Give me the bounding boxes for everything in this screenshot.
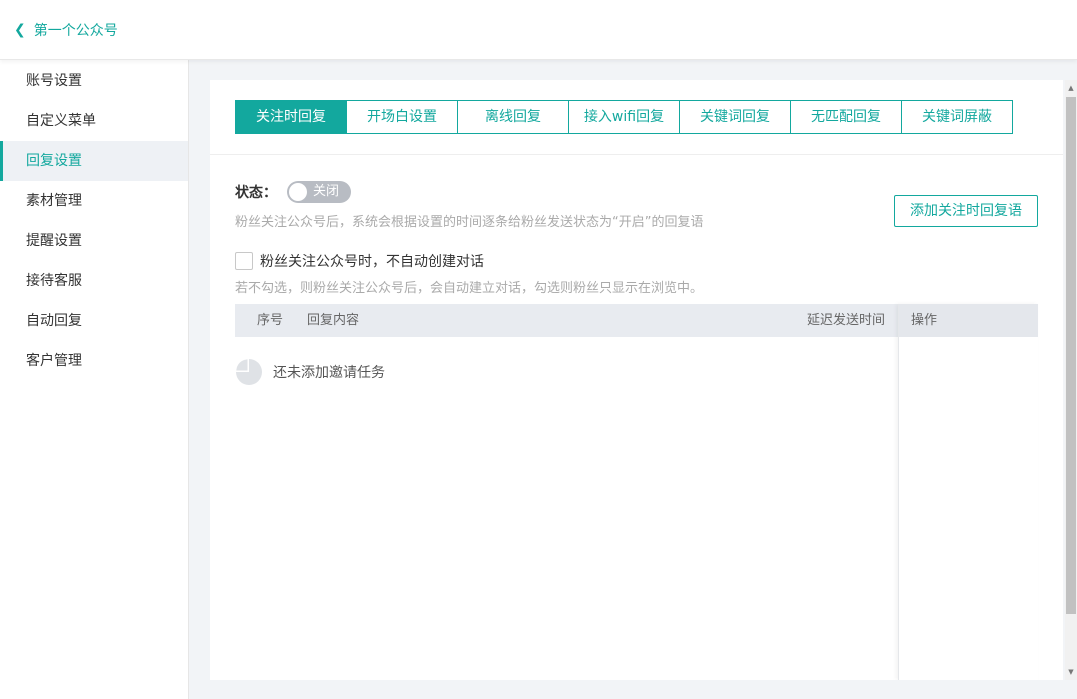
status-row: 状态： 关闭	[235, 181, 351, 203]
add-follow-reply-button[interactable]: 添加关注时回复语	[894, 195, 1038, 227]
tab-offline-reply[interactable]: 离线回复	[457, 100, 569, 134]
table-header: 序号 回复内容 延迟发送时间	[235, 304, 898, 337]
column-reply-content: 回复内容	[307, 313, 360, 328]
operation-column: 操作	[898, 304, 1038, 680]
reply-tabs: 关注时回复 开场白设置 离线回复 接入wifi回复 关键词回复 无匹配回复 关键…	[235, 100, 1013, 134]
main-panel: 关注时回复 开场白设置 离线回复 接入wifi回复 关键词回复 无匹配回复 关键…	[210, 80, 1063, 680]
back-link[interactable]: ❮ 第一个公众号	[14, 20, 118, 40]
tab-keyword-reply[interactable]: 关键词回复	[679, 100, 791, 134]
sidebar-item-customer-service[interactable]: 接待客服	[0, 261, 188, 301]
sidebar-item-reminder-settings[interactable]: 提醒设置	[0, 221, 188, 261]
tab-keyword-block[interactable]: 关键词屏蔽	[901, 100, 1013, 134]
column-delay-time: 延迟发送时间	[807, 313, 886, 328]
sidebar-item-material-management[interactable]: 素材管理	[0, 181, 188, 221]
scroll-thumb[interactable]	[1066, 97, 1076, 614]
toggle-knob	[289, 183, 307, 201]
status-toggle[interactable]: 关闭	[287, 181, 351, 203]
toggle-text: 关闭	[313, 184, 340, 199]
empty-pie-icon	[236, 359, 262, 385]
column-operation: 操作	[899, 304, 1038, 337]
sidebar-item-custom-menu[interactable]: 自定义菜单	[0, 101, 188, 141]
tab-follow-reply[interactable]: 关注时回复	[235, 100, 347, 134]
auto-dialog-option: 粉丝关注公众号时，不自动创建对话	[235, 251, 484, 271]
sidebar: 账号设置 自定义菜单 回复设置 素材管理 提醒设置 接待客服 自动回复 客户管理	[0, 60, 189, 699]
sidebar-item-reply-settings[interactable]: 回复设置	[0, 141, 188, 181]
tab-wifi-reply[interactable]: 接入wifi回复	[568, 100, 680, 134]
account-title: 第一个公众号	[33, 22, 118, 39]
vertical-scrollbar[interactable]: ▲ ▼	[1065, 80, 1077, 680]
checkbox-label: 粉丝关注公众号时，不自动创建对话	[260, 254, 484, 270]
chevron-left-icon: ❮	[14, 21, 26, 38]
empty-state: 还未添加邀请任务	[235, 358, 385, 386]
empty-text: 还未添加邀请任务	[273, 365, 385, 381]
column-index: 序号	[257, 313, 284, 328]
sidebar-item-account-settings[interactable]: 账号设置	[0, 61, 188, 101]
status-label: 状态：	[235, 185, 277, 201]
divider	[210, 154, 1063, 155]
option-hint: 若不勾选，则粉丝关注公众号后，会自动建立对话，勾选则粉丝只显示在浏览中。	[235, 281, 704, 296]
status-hint: 粉丝关注公众号后，系统会根据设置的时间逐条给粉丝发送状态为“开启”的回复语	[235, 215, 704, 230]
sidebar-item-customer-management[interactable]: 客户管理	[0, 341, 188, 381]
top-bar: ❮ 第一个公众号	[0, 0, 1077, 60]
sidebar-item-auto-reply[interactable]: 自动回复	[0, 301, 188, 341]
no-auto-dialog-checkbox[interactable]	[235, 252, 253, 270]
scroll-down-icon[interactable]: ▼	[1065, 666, 1077, 678]
scroll-up-icon[interactable]: ▲	[1065, 82, 1077, 94]
tab-no-match-reply[interactable]: 无匹配回复	[790, 100, 902, 134]
tab-opening-settings[interactable]: 开场白设置	[346, 100, 458, 134]
